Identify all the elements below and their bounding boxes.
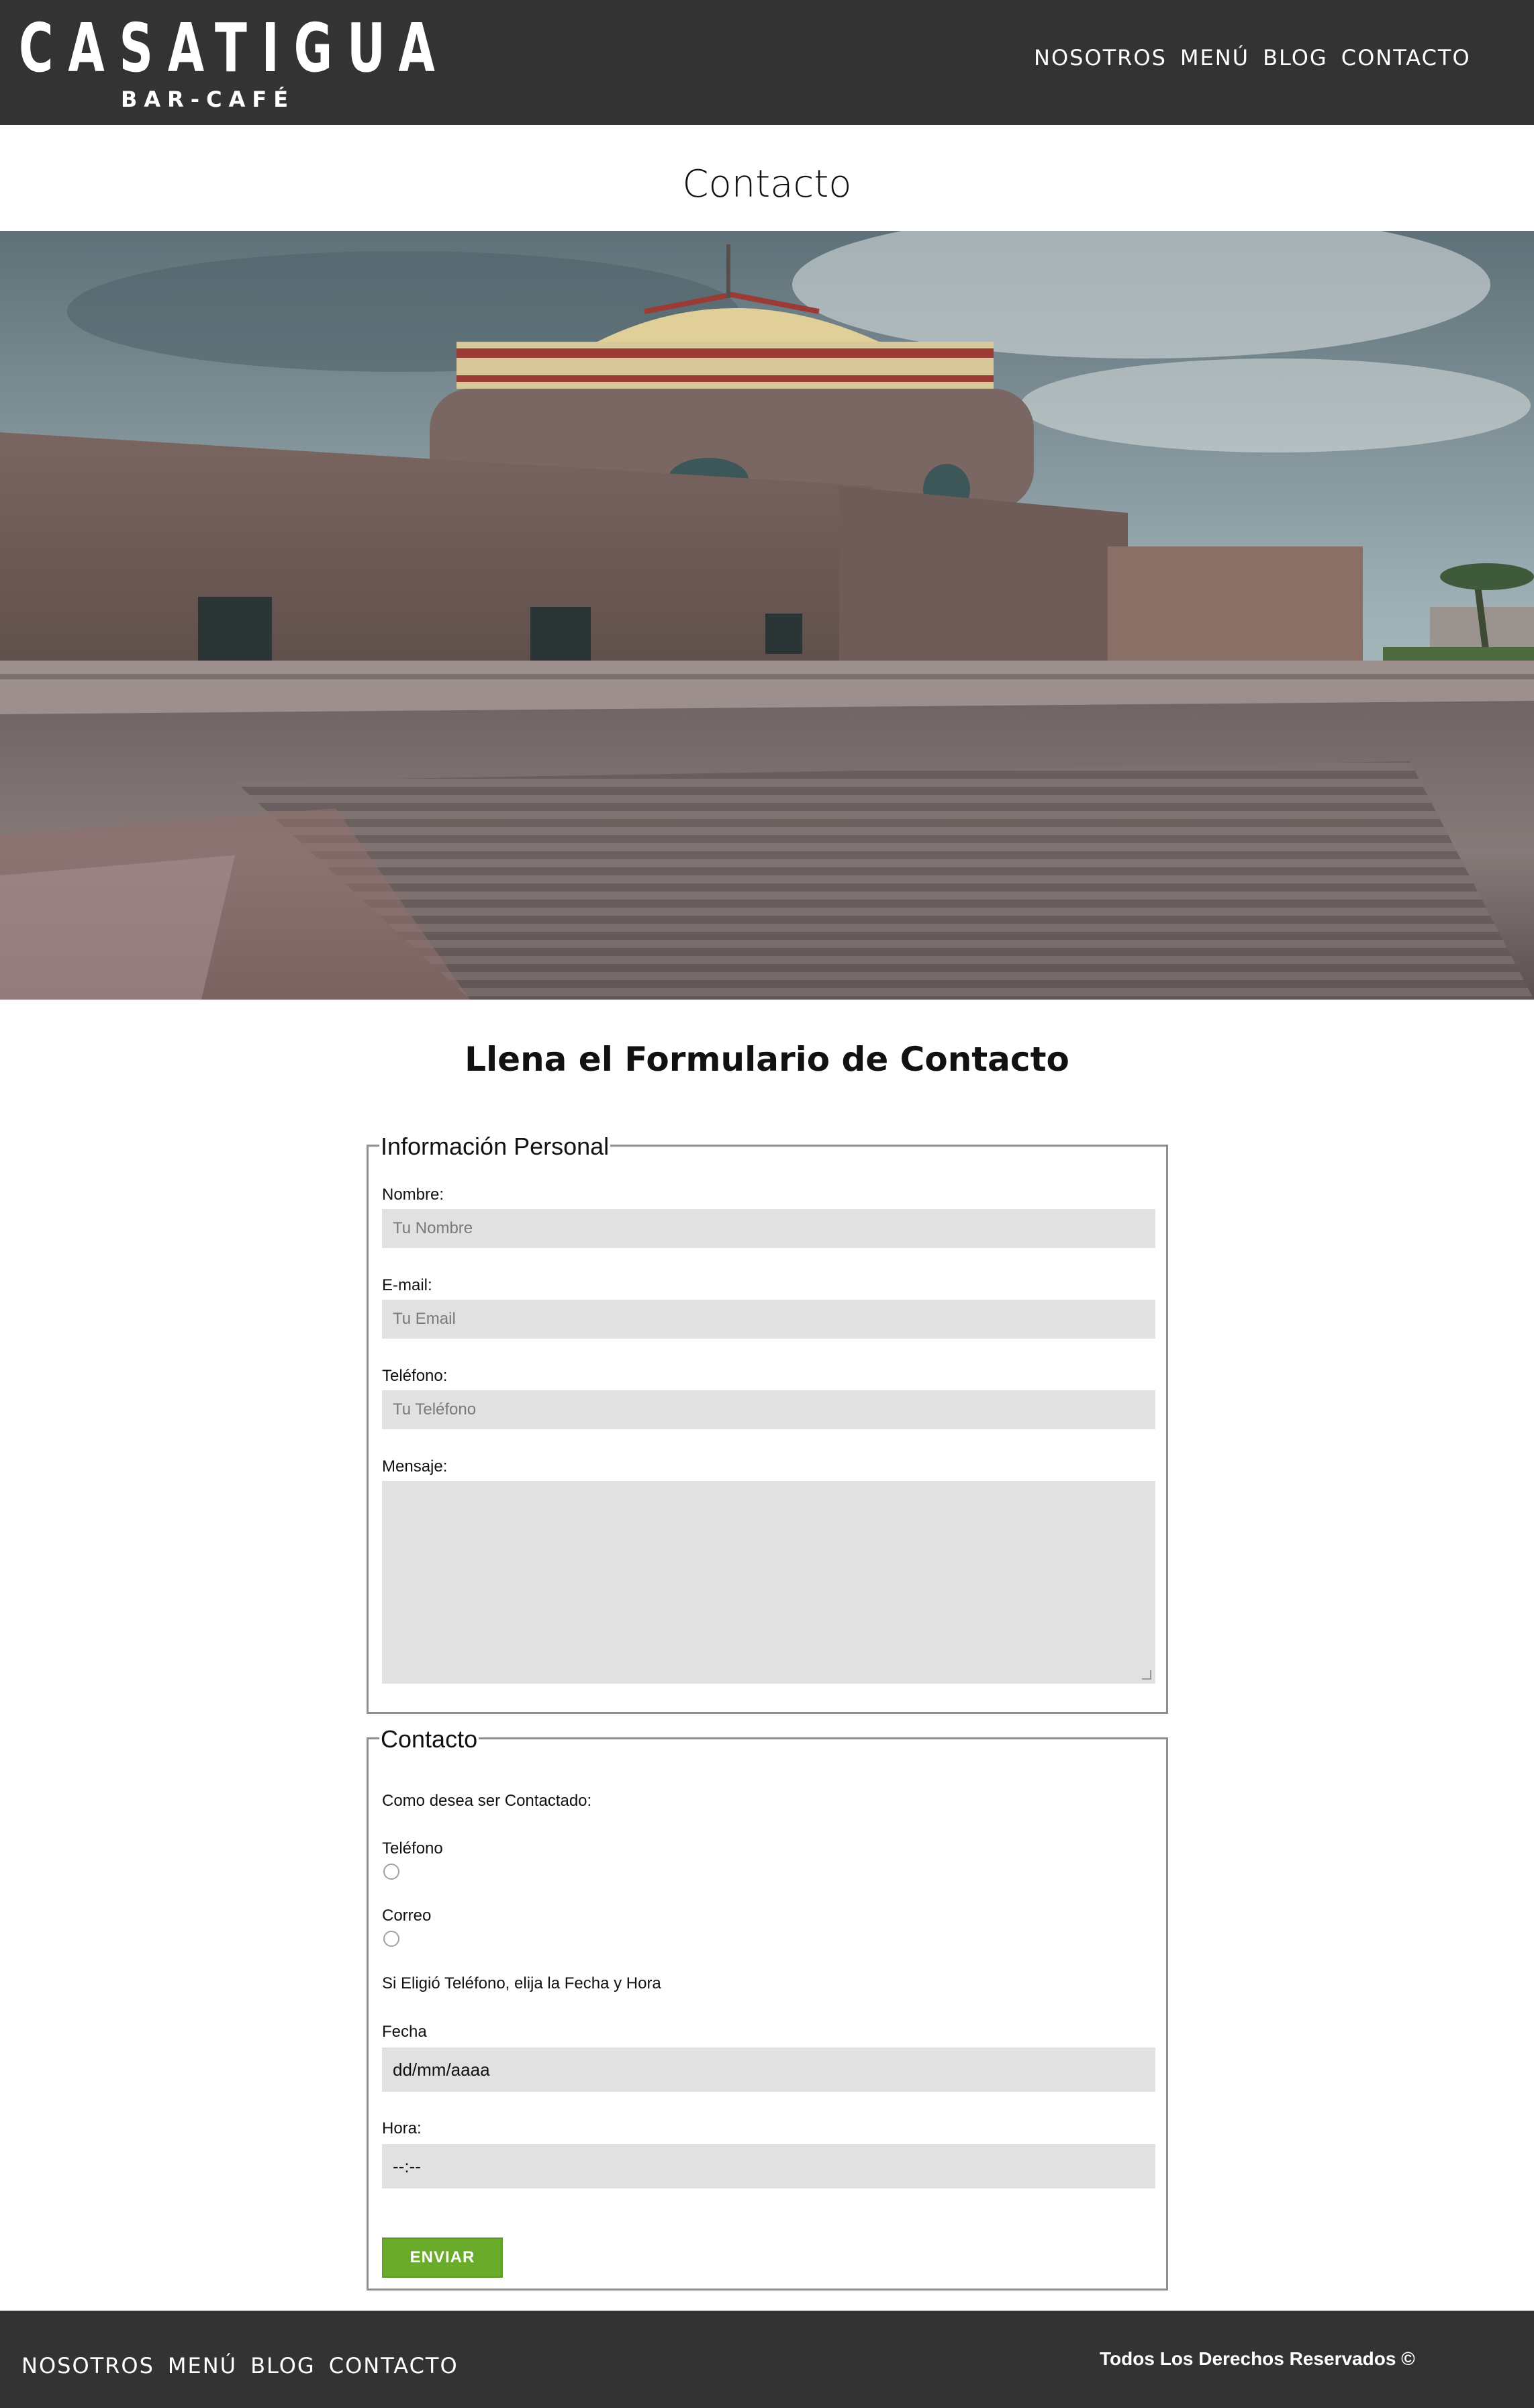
resize-grip-icon[interactable] xyxy=(1142,1670,1151,1680)
logo-wordmark: CASATIGUA xyxy=(19,9,450,87)
name-input[interactable] xyxy=(382,1209,1155,1248)
nav-link-contacto[interactable]: CONTACTO xyxy=(1341,43,1471,73)
site-header: CASATIGUA BAR-CAFÉ NOSOTROS MENÚ BLOG CO… xyxy=(0,0,1534,125)
copyright-text: Todos Los Derechos Reservados © xyxy=(1100,2348,1415,2369)
name-label: Nombre: xyxy=(382,1186,444,1204)
date-hint: Si Eligió Teléfono, elija la Fecha y Hor… xyxy=(382,1974,661,1992)
email-input[interactable] xyxy=(382,1300,1155,1339)
hero-image xyxy=(0,231,1534,1000)
footer-link-blog[interactable]: BLOG xyxy=(250,2351,316,2380)
logo[interactable]: CASATIGUA BAR-CAFÉ xyxy=(19,15,435,115)
email-label: E-mail: xyxy=(382,1276,432,1294)
top-nav: NOSOTROS MENÚ BLOG CONTACTO xyxy=(1034,43,1484,73)
personal-info-legend: Información Personal xyxy=(379,1132,611,1161)
submit-button[interactable]: ENVIAR xyxy=(382,2237,503,2278)
phone-input[interactable] xyxy=(382,1390,1155,1429)
page-title: Contacto xyxy=(682,162,852,206)
personal-info-fieldset: Información Personal Nombre: E-mail: Tel… xyxy=(367,1132,1168,1714)
radio-email[interactable] xyxy=(383,1931,399,1947)
nav-link-blog[interactable]: BLOG xyxy=(1263,43,1328,73)
date-label: Fecha xyxy=(382,2023,427,2041)
footer-nav: NOSOTROS MENÚ BLOG CONTACTO xyxy=(21,2351,472,2380)
option-email-label: Correo xyxy=(382,1907,432,1925)
nav-link-nosotros[interactable]: NOSOTROS xyxy=(1034,43,1167,73)
radio-phone[interactable] xyxy=(383,1864,399,1880)
nav-link-menu[interactable]: MENÚ xyxy=(1180,43,1249,73)
contact-fieldset: Contacto Como desea ser Contactado: Telé… xyxy=(367,1725,1168,2291)
message-label: Mensaje: xyxy=(382,1457,448,1476)
time-label: Hora: xyxy=(382,2119,422,2137)
contact-method-prompt: Como desea ser Contactado: xyxy=(382,1792,592,1810)
date-input[interactable]: dd/mm/aaaa xyxy=(382,2048,1155,2092)
phone-label: Teléfono: xyxy=(382,1367,448,1385)
message-textarea[interactable] xyxy=(382,1481,1155,1684)
contact-legend: Contacto xyxy=(379,1725,479,1754)
logo-tagline: BAR-CAFÉ xyxy=(121,87,295,112)
footer-link-nosotros[interactable]: NOSOTROS xyxy=(21,2351,154,2380)
option-phone-label: Teléfono xyxy=(382,1839,443,1858)
footer-link-contacto[interactable]: CONTACTO xyxy=(329,2351,459,2380)
footer-link-menu[interactable]: MENÚ xyxy=(168,2351,237,2380)
site-footer: NOSOTROS MENÚ BLOG CONTACTO Todos Los De… xyxy=(0,2311,1534,2408)
form-heading: Llena el Formulario de Contacto xyxy=(465,1040,1069,1079)
time-input[interactable]: --:-- xyxy=(382,2144,1155,2188)
